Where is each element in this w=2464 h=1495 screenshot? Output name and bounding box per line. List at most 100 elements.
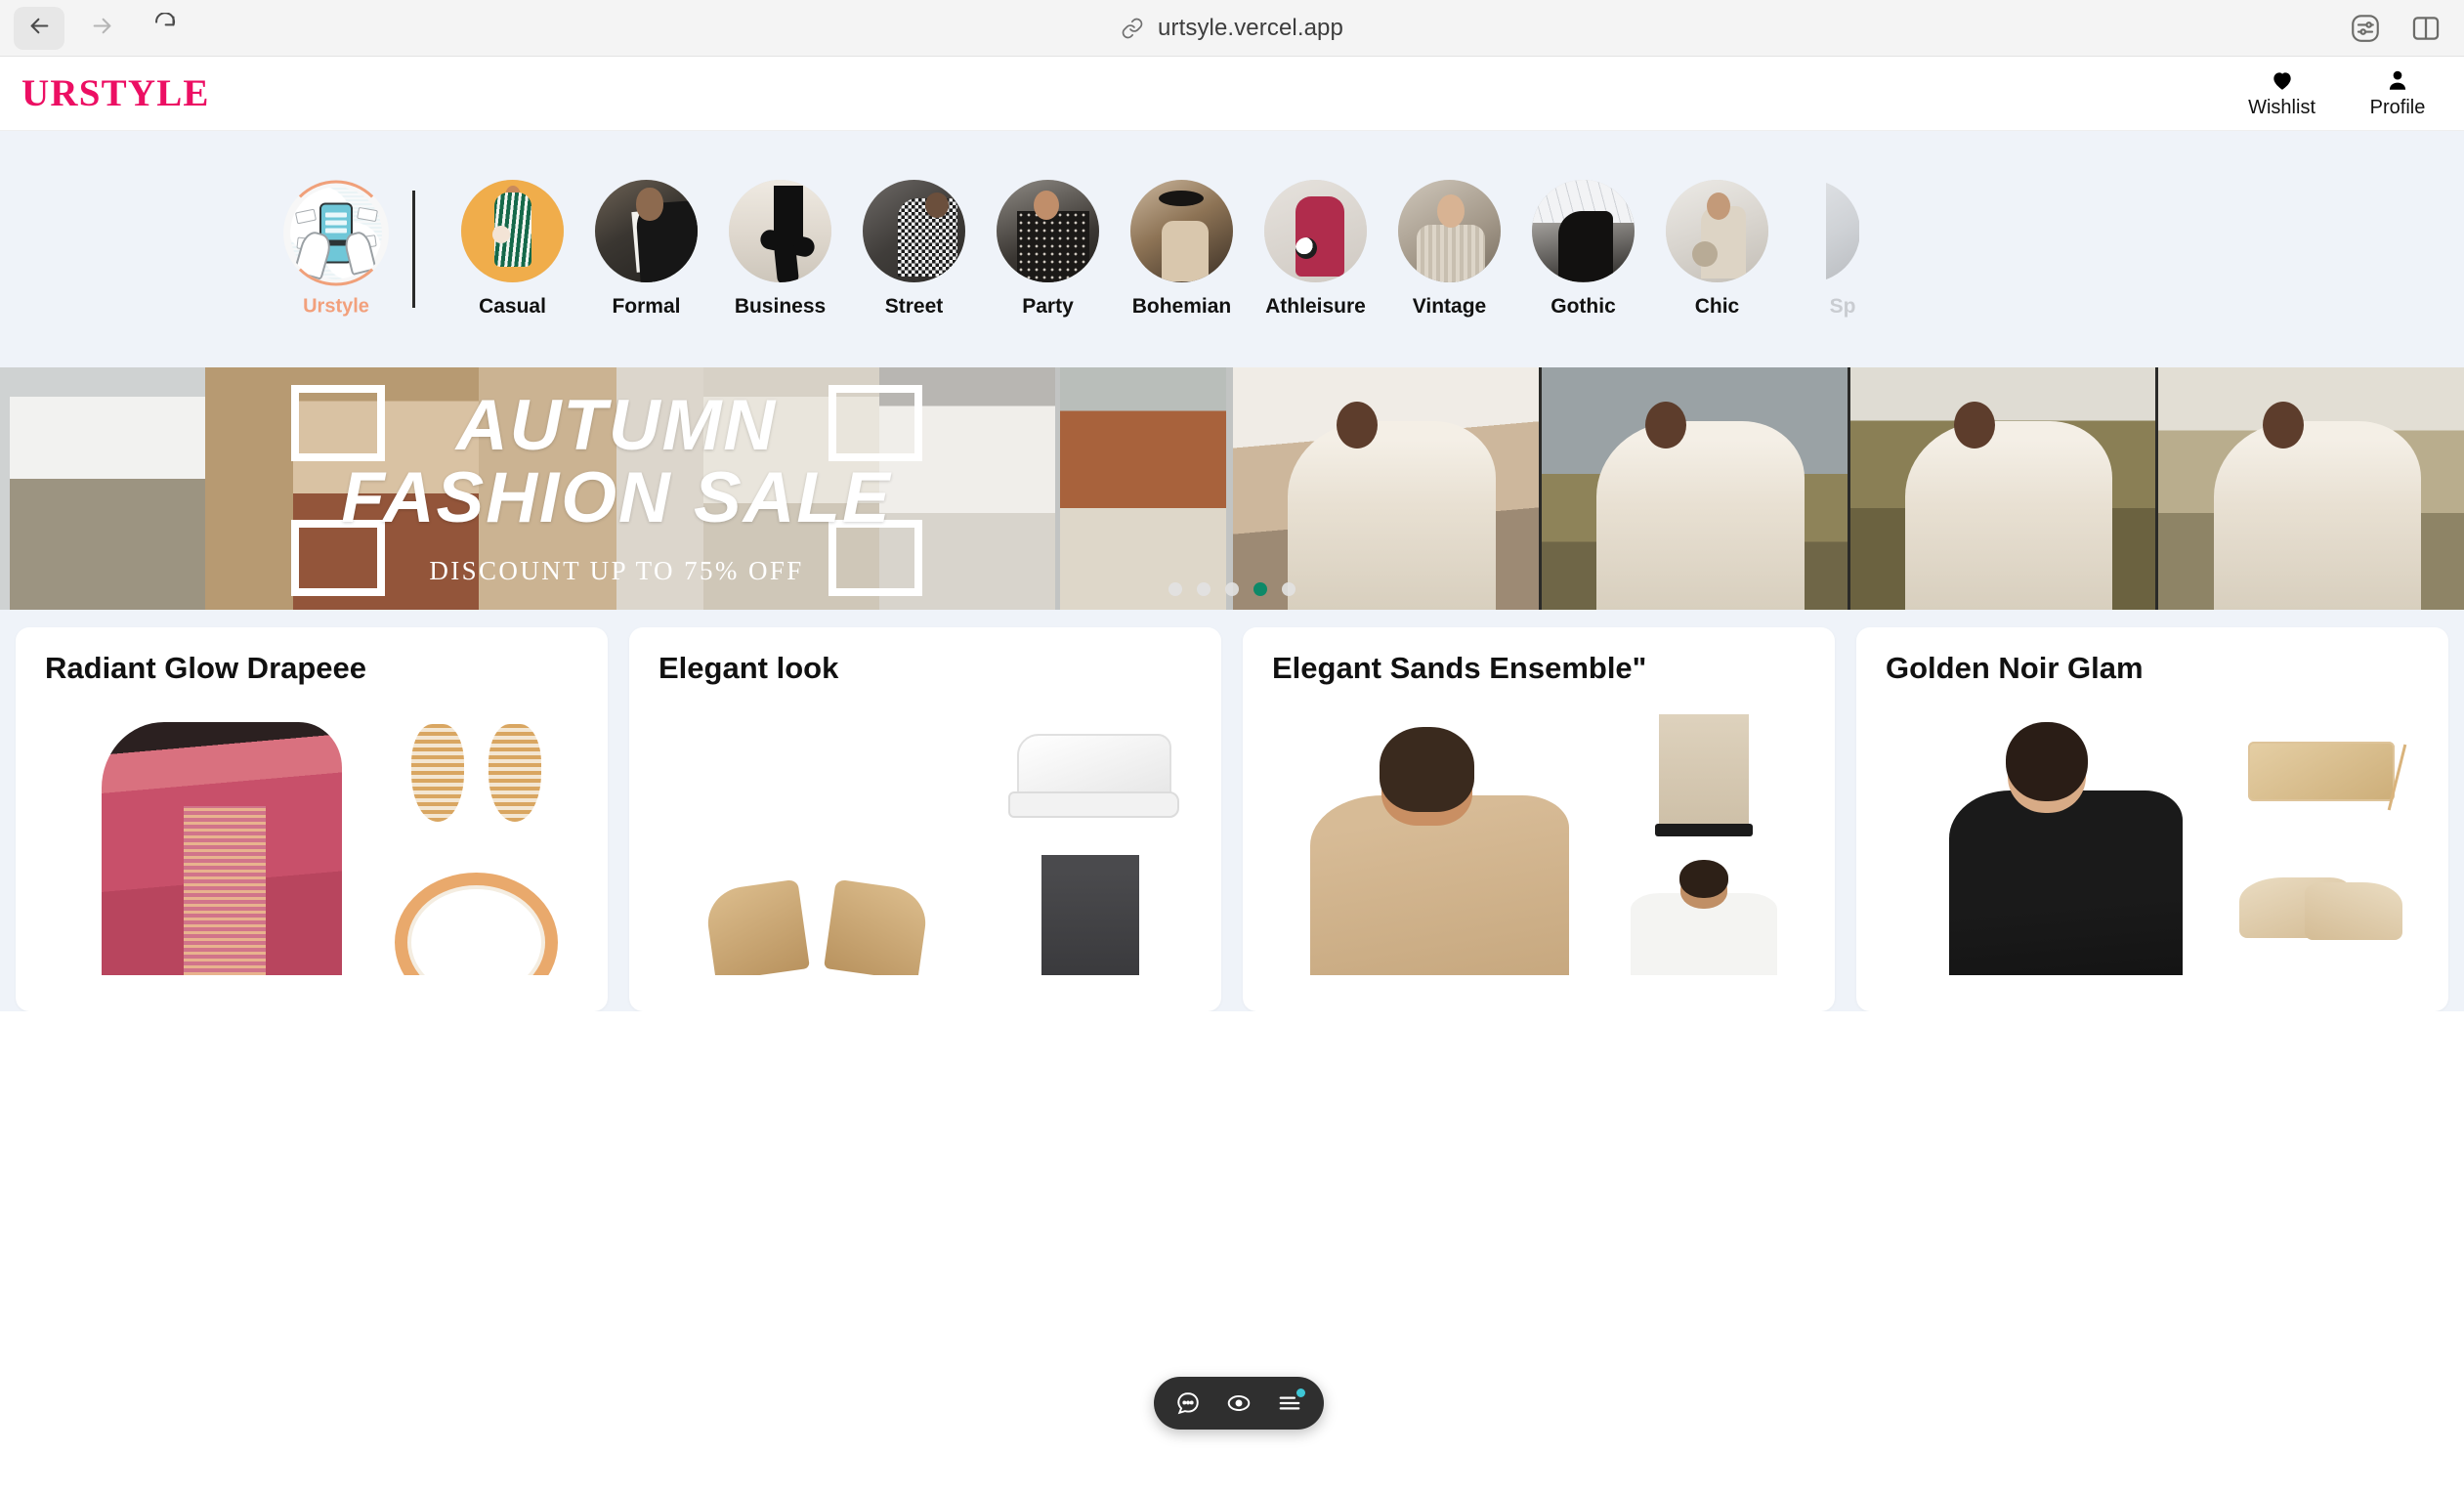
carousel-dot[interactable] <box>1225 582 1239 596</box>
product-image-side-stack <box>988 711 1192 975</box>
split-panel-icon[interactable] <box>2409 12 2443 45</box>
product-card[interactable]: Elegant look <box>629 627 1221 1011</box>
hero-slide-autumn-sale[interactable]: AUTUMN FASHION SALE DISCOUNT UP TO 75% O… <box>0 367 1233 610</box>
category-thumb-formal <box>595 180 698 282</box>
product-image-heels[interactable] <box>2215 850 2419 975</box>
browser-right-controls <box>2349 12 2464 45</box>
hero-slide-editorial[interactable] <box>1233 367 2464 610</box>
url-text[interactable]: urtsyle.vercel.app <box>1158 15 1343 42</box>
category-strip: Urstyle Casual Formal Business Street Pa… <box>0 131 2464 367</box>
link-icon <box>1121 17 1144 40</box>
category-item-athleisure[interactable]: Athleisure <box>1249 180 1382 319</box>
wishlist-button[interactable]: Wishlist <box>2248 67 2315 119</box>
category-label: Formal <box>612 295 681 318</box>
menu-icon[interactable] <box>1277 1388 1305 1416</box>
carousel-dot-active[interactable] <box>1253 582 1267 596</box>
hero-panel-1 <box>1233 367 1539 610</box>
address-bar[interactable]: urtsyle.vercel.app <box>0 0 2464 56</box>
product-image-main[interactable] <box>658 711 975 975</box>
back-button[interactable] <box>14 6 64 50</box>
category-thumb-partial <box>1826 180 1859 282</box>
urstyle-illustration <box>283 180 389 286</box>
product-card-grid: Radiant Glow Drapeee Elegant look Elegan… <box>0 610 2464 1011</box>
category-label: Gothic <box>1551 295 1616 318</box>
product-image-sneaker[interactable] <box>988 711 1192 836</box>
product-image-side-stack <box>374 711 578 975</box>
product-image-side-stack <box>1601 711 1806 975</box>
reload-icon <box>151 11 178 44</box>
category-label: Chic <box>1694 295 1740 318</box>
product-image-main[interactable] <box>1886 711 2202 975</box>
category-item-gothic[interactable]: Gothic <box>1516 180 1650 319</box>
urstyle-home-button[interactable]: Urstyle <box>283 180 389 319</box>
product-image-clutch[interactable] <box>2215 711 2419 836</box>
category-item-vintage[interactable]: Vintage <box>1382 180 1516 319</box>
category-item-business[interactable]: Business <box>713 180 847 319</box>
floating-toolbar <box>1154 1377 1324 1430</box>
product-image-trousers[interactable] <box>1601 711 1806 836</box>
category-list: Casual Formal Business Street Party Bohe… <box>446 180 1901 319</box>
product-collage <box>45 711 578 975</box>
person-icon <box>2385 67 2410 93</box>
carousel-dot[interactable] <box>1197 582 1211 596</box>
reload-button[interactable] <box>139 7 190 50</box>
product-card[interactable]: Radiant Glow Drapeee <box>16 627 608 1011</box>
carousel-dot[interactable] <box>1282 582 1296 596</box>
arrow-left-icon <box>26 13 53 44</box>
profile-button[interactable]: Profile <box>2366 67 2429 119</box>
browser-toolbar: urtsyle.vercel.app <box>0 0 2464 57</box>
product-image-side-stack <box>2215 711 2419 975</box>
hero-title-line1: AUTUMN <box>455 385 778 465</box>
product-image-main[interactable] <box>45 711 361 975</box>
category-thumb-chic <box>1666 180 1768 282</box>
category-item-casual[interactable]: Casual <box>446 180 579 319</box>
category-divider <box>412 191 415 308</box>
category-label: Sp <box>1829 295 1856 318</box>
product-card-title: Elegant Sands Ensemble" <box>1272 651 1647 685</box>
product-image-earrings[interactable] <box>374 711 578 836</box>
site-header: URSTYLE Wishlist Profile <box>0 57 2464 131</box>
category-label: Vintage <box>1412 295 1487 318</box>
category-label: Bohemian <box>1131 295 1232 318</box>
category-item-bohemian[interactable]: Bohemian <box>1115 180 1249 319</box>
category-label: Party <box>1022 295 1074 318</box>
product-card[interactable]: Golden Noir Glam <box>1856 627 2448 1011</box>
category-item-street[interactable]: Street <box>847 180 981 319</box>
product-image-jeans[interactable] <box>988 850 1192 975</box>
hero-subtitle: DISCOUNT UP TO 75% OFF <box>429 556 804 586</box>
product-collage <box>658 711 1192 975</box>
product-card[interactable]: Elegant Sands Ensemble" <box>1243 627 1835 1011</box>
carousel-dot[interactable] <box>1168 582 1182 596</box>
header-actions: Wishlist Profile <box>2248 67 2443 119</box>
heart-icon <box>2270 67 2295 93</box>
category-thumb-vintage <box>1398 180 1501 282</box>
category-label: Athleisure <box>1265 295 1366 318</box>
category-item-party[interactable]: Party <box>981 180 1115 319</box>
product-image-main[interactable] <box>1272 711 1589 975</box>
category-thumb-business <box>729 180 831 282</box>
category-thumb-casual <box>461 180 564 282</box>
brand-logo[interactable]: URSTYLE <box>21 71 210 115</box>
menu-badge <box>1296 1388 1305 1397</box>
category-item-sporty-partial[interactable]: Sp <box>1784 180 1901 319</box>
wishlist-label: Wishlist <box>2248 97 2315 118</box>
product-image-bangles[interactable] <box>374 850 578 975</box>
profile-label: Profile <box>2369 97 2426 118</box>
forward-button[interactable] <box>76 7 127 50</box>
category-item-formal[interactable]: Formal <box>579 180 713 319</box>
eye-icon[interactable] <box>1226 1390 1252 1416</box>
hero-text-block: AUTUMN FASHION SALE DISCOUNT UP TO 75% O… <box>0 367 1233 610</box>
category-thumb-bohemian <box>1130 180 1233 282</box>
urstyle-label: Urstyle <box>303 295 369 318</box>
chat-icon[interactable] <box>1175 1390 1201 1416</box>
hero-panel-4 <box>2158 367 2464 610</box>
arrow-right-icon <box>89 13 115 44</box>
hero-carousel[interactable]: AUTUMN FASHION SALE DISCOUNT UP TO 75% O… <box>0 367 2464 610</box>
product-card-title: Elegant look <box>658 651 839 685</box>
product-image-shirt[interactable] <box>1601 850 1806 975</box>
category-item-chic[interactable]: Chic <box>1650 180 1784 319</box>
browser-nav-buttons <box>0 6 190 50</box>
settings-sliders-icon[interactable] <box>2349 12 2382 45</box>
category-label: Business <box>734 295 827 318</box>
category-label: Street <box>884 295 944 318</box>
